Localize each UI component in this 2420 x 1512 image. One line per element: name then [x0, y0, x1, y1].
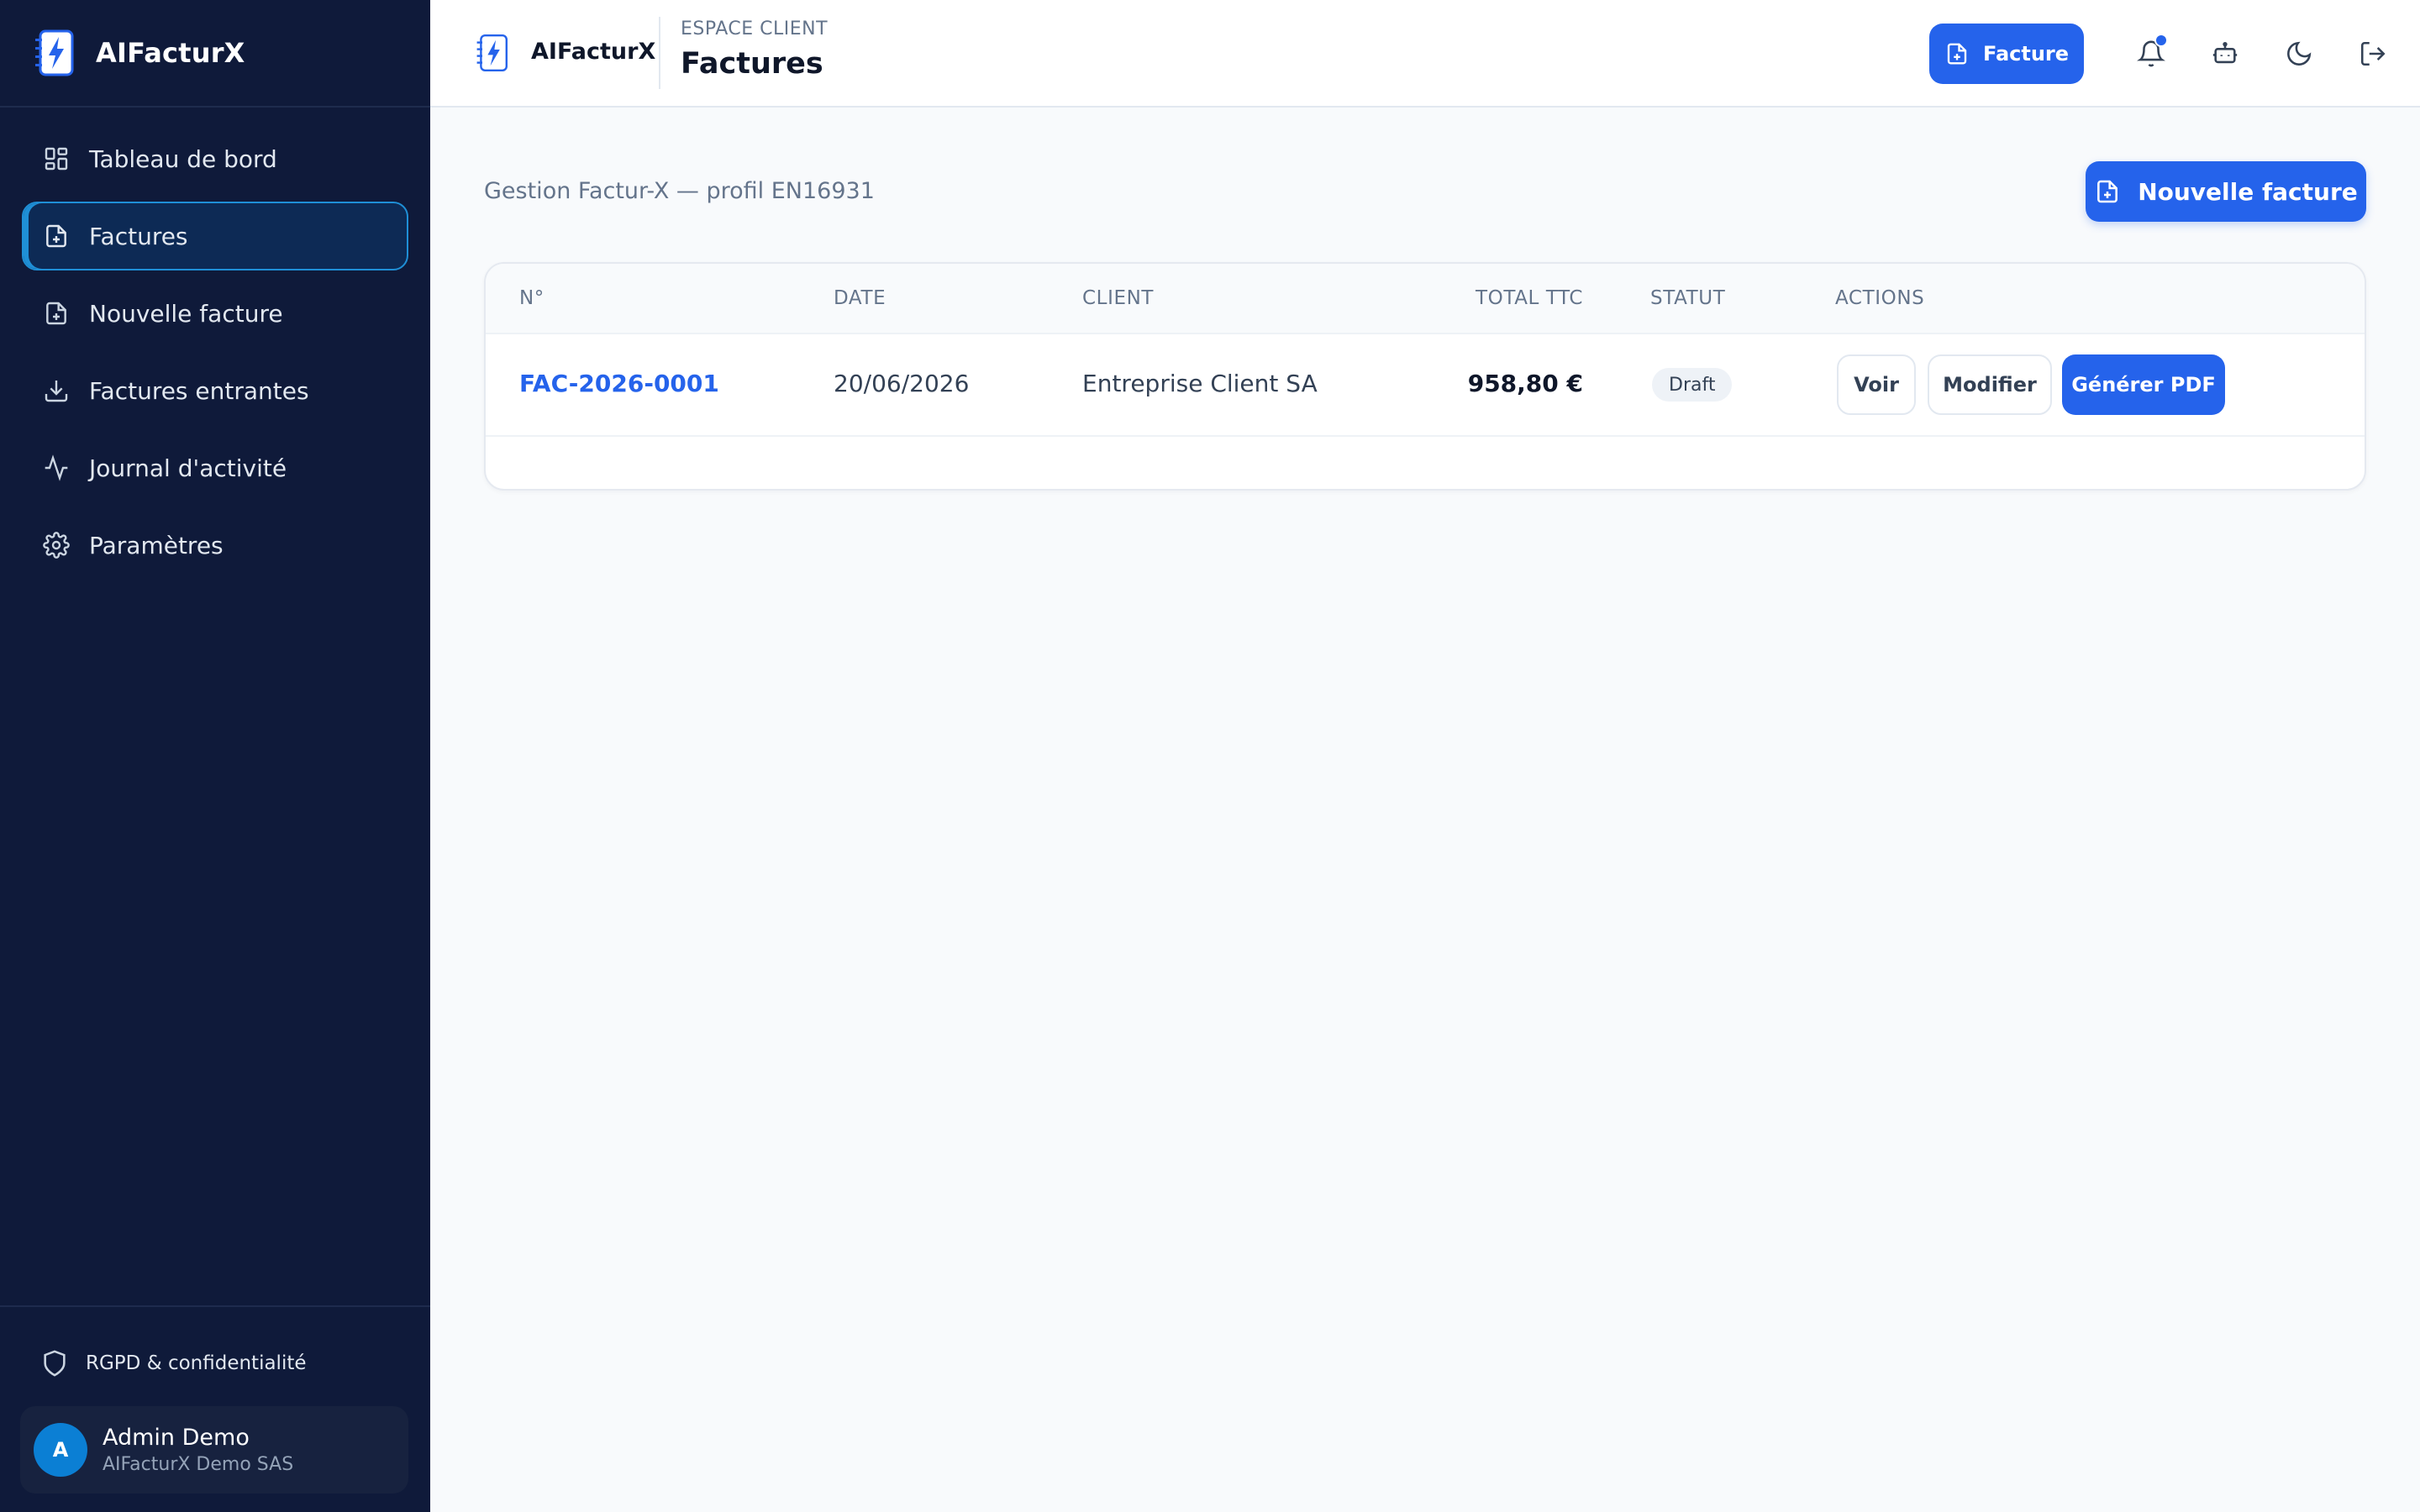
user-org: AIFacturX Demo SAS: [103, 1454, 294, 1475]
gear-icon: [42, 531, 71, 559]
invoice-number-link[interactable]: FAC-2026-0001: [519, 370, 719, 397]
activity-icon: [42, 454, 71, 482]
page-eyebrow: ESPACE CLIENT: [681, 18, 829, 39]
sidebar-item-factures-entrantes[interactable]: Factures entrantes: [22, 356, 408, 425]
invoices-table: N° DATE CLIENT TOTAL TTC STATUT ACTIONS …: [484, 262, 2366, 491]
file-plus-icon: [2097, 180, 2118, 203]
sidebar-item-factures[interactable]: Factures: [22, 202, 408, 270]
column-header-total[interactable]: TOTAL TTC: [1476, 287, 1583, 309]
rgpd-label: RGPD & confidentialité: [86, 1352, 307, 1374]
dashboard-icon: [42, 144, 71, 173]
column-header-date[interactable]: DATE: [834, 287, 886, 309]
moon-icon: [2287, 41, 2312, 66]
edit-button[interactable]: Modifier: [1928, 354, 2052, 415]
rgpd-link[interactable]: RGPD & confidentialité: [40, 1342, 307, 1384]
invoice-date: 20/06/2026: [834, 370, 970, 397]
column-header-actions: ACTIONS: [1835, 287, 1925, 309]
sidebar-item-dashboard[interactable]: Tableau de bord: [22, 124, 408, 193]
page-title: Factures: [681, 47, 823, 81]
sidebar-item-nouvelle-facture[interactable]: Nouvelle facture: [22, 279, 408, 348]
sidebar-item-label: Journal d'activité: [89, 454, 287, 482]
topbar-divider: [659, 17, 660, 89]
column-header-number[interactable]: N°: [519, 287, 544, 309]
sidebar-brand[interactable]: AIFacturX: [0, 0, 430, 108]
file-plus-icon: [42, 299, 71, 328]
app-logo-icon: [35, 29, 74, 76]
new-invoice-quick-label: Facture: [1982, 42, 2070, 66]
new-invoice-quick-button[interactable]: Facture: [1929, 24, 2084, 84]
sidebar-footer: RGPD & confidentialité A Admin Demo AIFa…: [0, 1305, 430, 1512]
status-badge: Draft: [1652, 368, 1733, 402]
logout-icon: [2360, 41, 2386, 66]
theme-toggle-button[interactable]: [2275, 30, 2323, 77]
robot-icon: [2212, 41, 2238, 64]
column-header-client[interactable]: CLIENT: [1082, 287, 1154, 309]
user-card[interactable]: A Admin Demo AIFacturX Demo SAS: [20, 1406, 408, 1494]
assistant-button[interactable]: [2202, 30, 2249, 77]
sidebar-nav: Tableau de bord Factures Nouvelle factur…: [22, 124, 408, 588]
shield-icon: [44, 1350, 66, 1377]
invoice-client: Entreprise Client SA: [1082, 370, 1318, 397]
notifications-button[interactable]: [2128, 30, 2175, 77]
sidebar-item-label: Factures entrantes: [89, 376, 309, 405]
app-root: AIFacturX Tableau de bord Factures Nouve…: [0, 0, 2420, 1512]
view-button[interactable]: Voir: [1837, 354, 1916, 415]
generate-pdf-button[interactable]: Générer PDF: [2062, 354, 2225, 415]
topbar-brand[interactable]: AIFacturX: [531, 39, 655, 65]
user-info: Admin Demo AIFacturX Demo SAS: [103, 1425, 293, 1475]
sidebar-item-label: Tableau de bord: [89, 144, 277, 173]
sidebar-item-label: Paramètres: [89, 531, 224, 559]
user-name: Admin Demo: [103, 1425, 250, 1451]
file-plus-icon: [1947, 43, 1967, 65]
new-invoice-button[interactable]: Nouvelle facture: [2086, 161, 2366, 222]
column-header-status[interactable]: STATUT: [1650, 287, 1725, 309]
app-name: AIFacturX: [96, 37, 245, 69]
avatar: A: [34, 1423, 87, 1477]
sidebar-item-journal[interactable]: Journal d'activité: [22, 433, 408, 502]
notification-dot: [2154, 34, 2168, 47]
sidebar: AIFacturX Tableau de bord Factures Nouve…: [0, 0, 430, 1512]
sidebar-item-label: Nouvelle facture: [89, 299, 283, 328]
table-header: N° DATE CLIENT TOTAL TTC STATUT ACTIONS: [486, 264, 2365, 334]
new-invoice-label: Nouvelle facture: [2138, 177, 2358, 206]
file-plus-icon: [42, 222, 71, 250]
sidebar-item-label: Factures: [89, 222, 188, 250]
page-subtitle: Gestion Factur-X — profil EN16931: [484, 178, 875, 204]
invoice-total: 958,80 €: [1467, 370, 1583, 397]
table-row[interactable]: FAC-2026-0001 20/06/2026 Entreprise Clie…: [486, 334, 2365, 437]
topbar: AIFacturX ESPACE CLIENT Factures Facture: [430, 0, 2420, 108]
download-icon: [42, 376, 71, 405]
app-logo-icon[interactable]: [476, 32, 509, 74]
logout-button[interactable]: [2349, 30, 2396, 77]
sidebar-item-parametres[interactable]: Paramètres: [22, 511, 408, 580]
